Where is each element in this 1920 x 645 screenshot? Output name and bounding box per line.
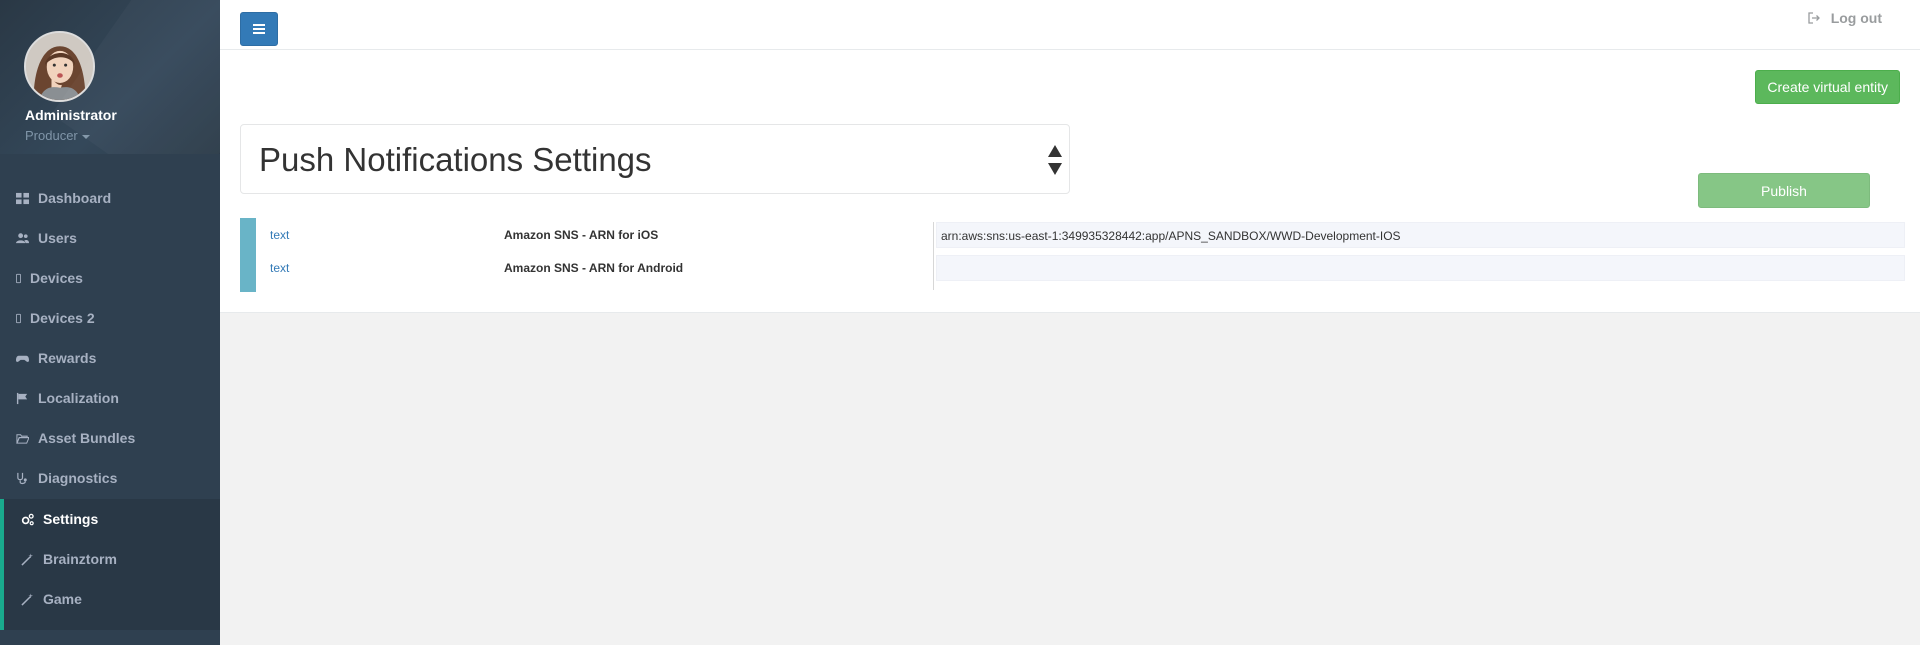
users-icon bbox=[15, 231, 29, 245]
sidebar-item-localization[interactable]: Localization bbox=[0, 378, 220, 418]
avatar[interactable] bbox=[24, 31, 95, 102]
sidebar-item-label: Settings bbox=[43, 511, 99, 527]
settings-group-selected: Push Notifications Settings bbox=[259, 141, 652, 178]
logout-link[interactable]: Log out bbox=[1807, 10, 1882, 26]
sidebar-item-asset-bundles[interactable]: Asset Bundles bbox=[0, 418, 220, 458]
hamburger-icon bbox=[253, 24, 265, 34]
profile-role-dropdown[interactable]: Producer bbox=[25, 128, 90, 143]
magic-wand-icon bbox=[20, 552, 34, 566]
top-navbar: Log out bbox=[220, 0, 1920, 50]
sidebar-item-rewards[interactable]: Rewards bbox=[0, 338, 220, 378]
table-row: text Amazon SNS - ARN for Android bbox=[256, 251, 1905, 284]
value-type-link[interactable]: text bbox=[270, 228, 289, 242]
value-type-link[interactable]: text bbox=[270, 261, 289, 275]
sidebar-item-devices[interactable]: Devices bbox=[0, 258, 220, 298]
publish-button[interactable]: Publish bbox=[1698, 173, 1870, 208]
folder-open-icon bbox=[15, 431, 29, 445]
sidebar-item-devices-2[interactable]: Devices 2 bbox=[0, 298, 220, 338]
mobile-icon bbox=[15, 271, 21, 285]
setting-label: Amazon SNS - ARN for Android bbox=[504, 261, 684, 275]
sidebar-item-label: Asset Bundles bbox=[38, 430, 136, 446]
sidebar-item-label: Diagnostics bbox=[38, 470, 118, 486]
setting-label: Amazon SNS - ARN for iOS bbox=[504, 228, 659, 242]
setting-value-input[interactable] bbox=[936, 255, 1905, 281]
stethoscope-icon bbox=[15, 471, 29, 485]
gamepad-icon bbox=[15, 351, 29, 365]
magic-wand-icon bbox=[20, 592, 34, 606]
sidebar-item-label: Game bbox=[43, 591, 82, 607]
sidebar-item-label: Brainztorm bbox=[43, 551, 117, 567]
settings-table: text Amazon SNS - ARN for iOS arn:aws:sn… bbox=[240, 218, 1905, 292]
cogs-icon bbox=[20, 512, 34, 526]
create-virtual-entity-button[interactable]: Create virtual entity bbox=[1755, 70, 1900, 104]
sidebar-item-settings[interactable]: Settings bbox=[0, 499, 220, 539]
table-row: text Amazon SNS - ARN for iOS arn:aws:sn… bbox=[256, 218, 1905, 251]
caret-down-icon bbox=[81, 134, 90, 139]
dashboard-icon bbox=[15, 191, 29, 205]
sidebar-item-label: Dashboard bbox=[38, 190, 112, 206]
sidebar-item-label: Rewards bbox=[38, 350, 97, 366]
group-stripe bbox=[240, 218, 256, 292]
profile-role-label: Producer bbox=[25, 128, 78, 143]
sidebar-item-users[interactable]: Users bbox=[0, 218, 220, 258]
sidebar-item-brainztorm[interactable]: Brainztorm bbox=[0, 539, 220, 579]
sidebar-item-label: Localization bbox=[38, 390, 119, 406]
mobile-icon bbox=[15, 311, 21, 325]
logout-label: Log out bbox=[1830, 10, 1882, 26]
sidebar-item-label: Users bbox=[38, 230, 77, 246]
sidebar: Administrator Producer Dashboard Users D… bbox=[0, 0, 220, 645]
sidebar-item-diagnostics[interactable]: Diagnostics bbox=[0, 458, 220, 498]
sidebar-item-game[interactable]: Game bbox=[0, 579, 220, 619]
settings-group-select[interactable]: Push Notifications Settings bbox=[240, 124, 1070, 194]
flag-icon bbox=[15, 391, 29, 405]
profile-name: Administrator bbox=[25, 107, 117, 123]
settings-panel: Create virtual entity Push Notifications… bbox=[220, 50, 1920, 313]
sign-out-icon bbox=[1808, 12, 1820, 24]
toggle-sidebar-button[interactable] bbox=[240, 12, 278, 46]
select-arrows-icon bbox=[1048, 145, 1062, 175]
sidebar-item-label: Devices 2 bbox=[30, 310, 95, 326]
sidebar-item-dashboard[interactable]: Dashboard bbox=[0, 178, 220, 218]
sidebar-item-label: Devices bbox=[30, 270, 83, 286]
profile-header: Administrator Producer bbox=[0, 0, 220, 154]
setting-value-input[interactable]: arn:aws:sns:us-east-1:349935328442:app/A… bbox=[936, 222, 1905, 248]
